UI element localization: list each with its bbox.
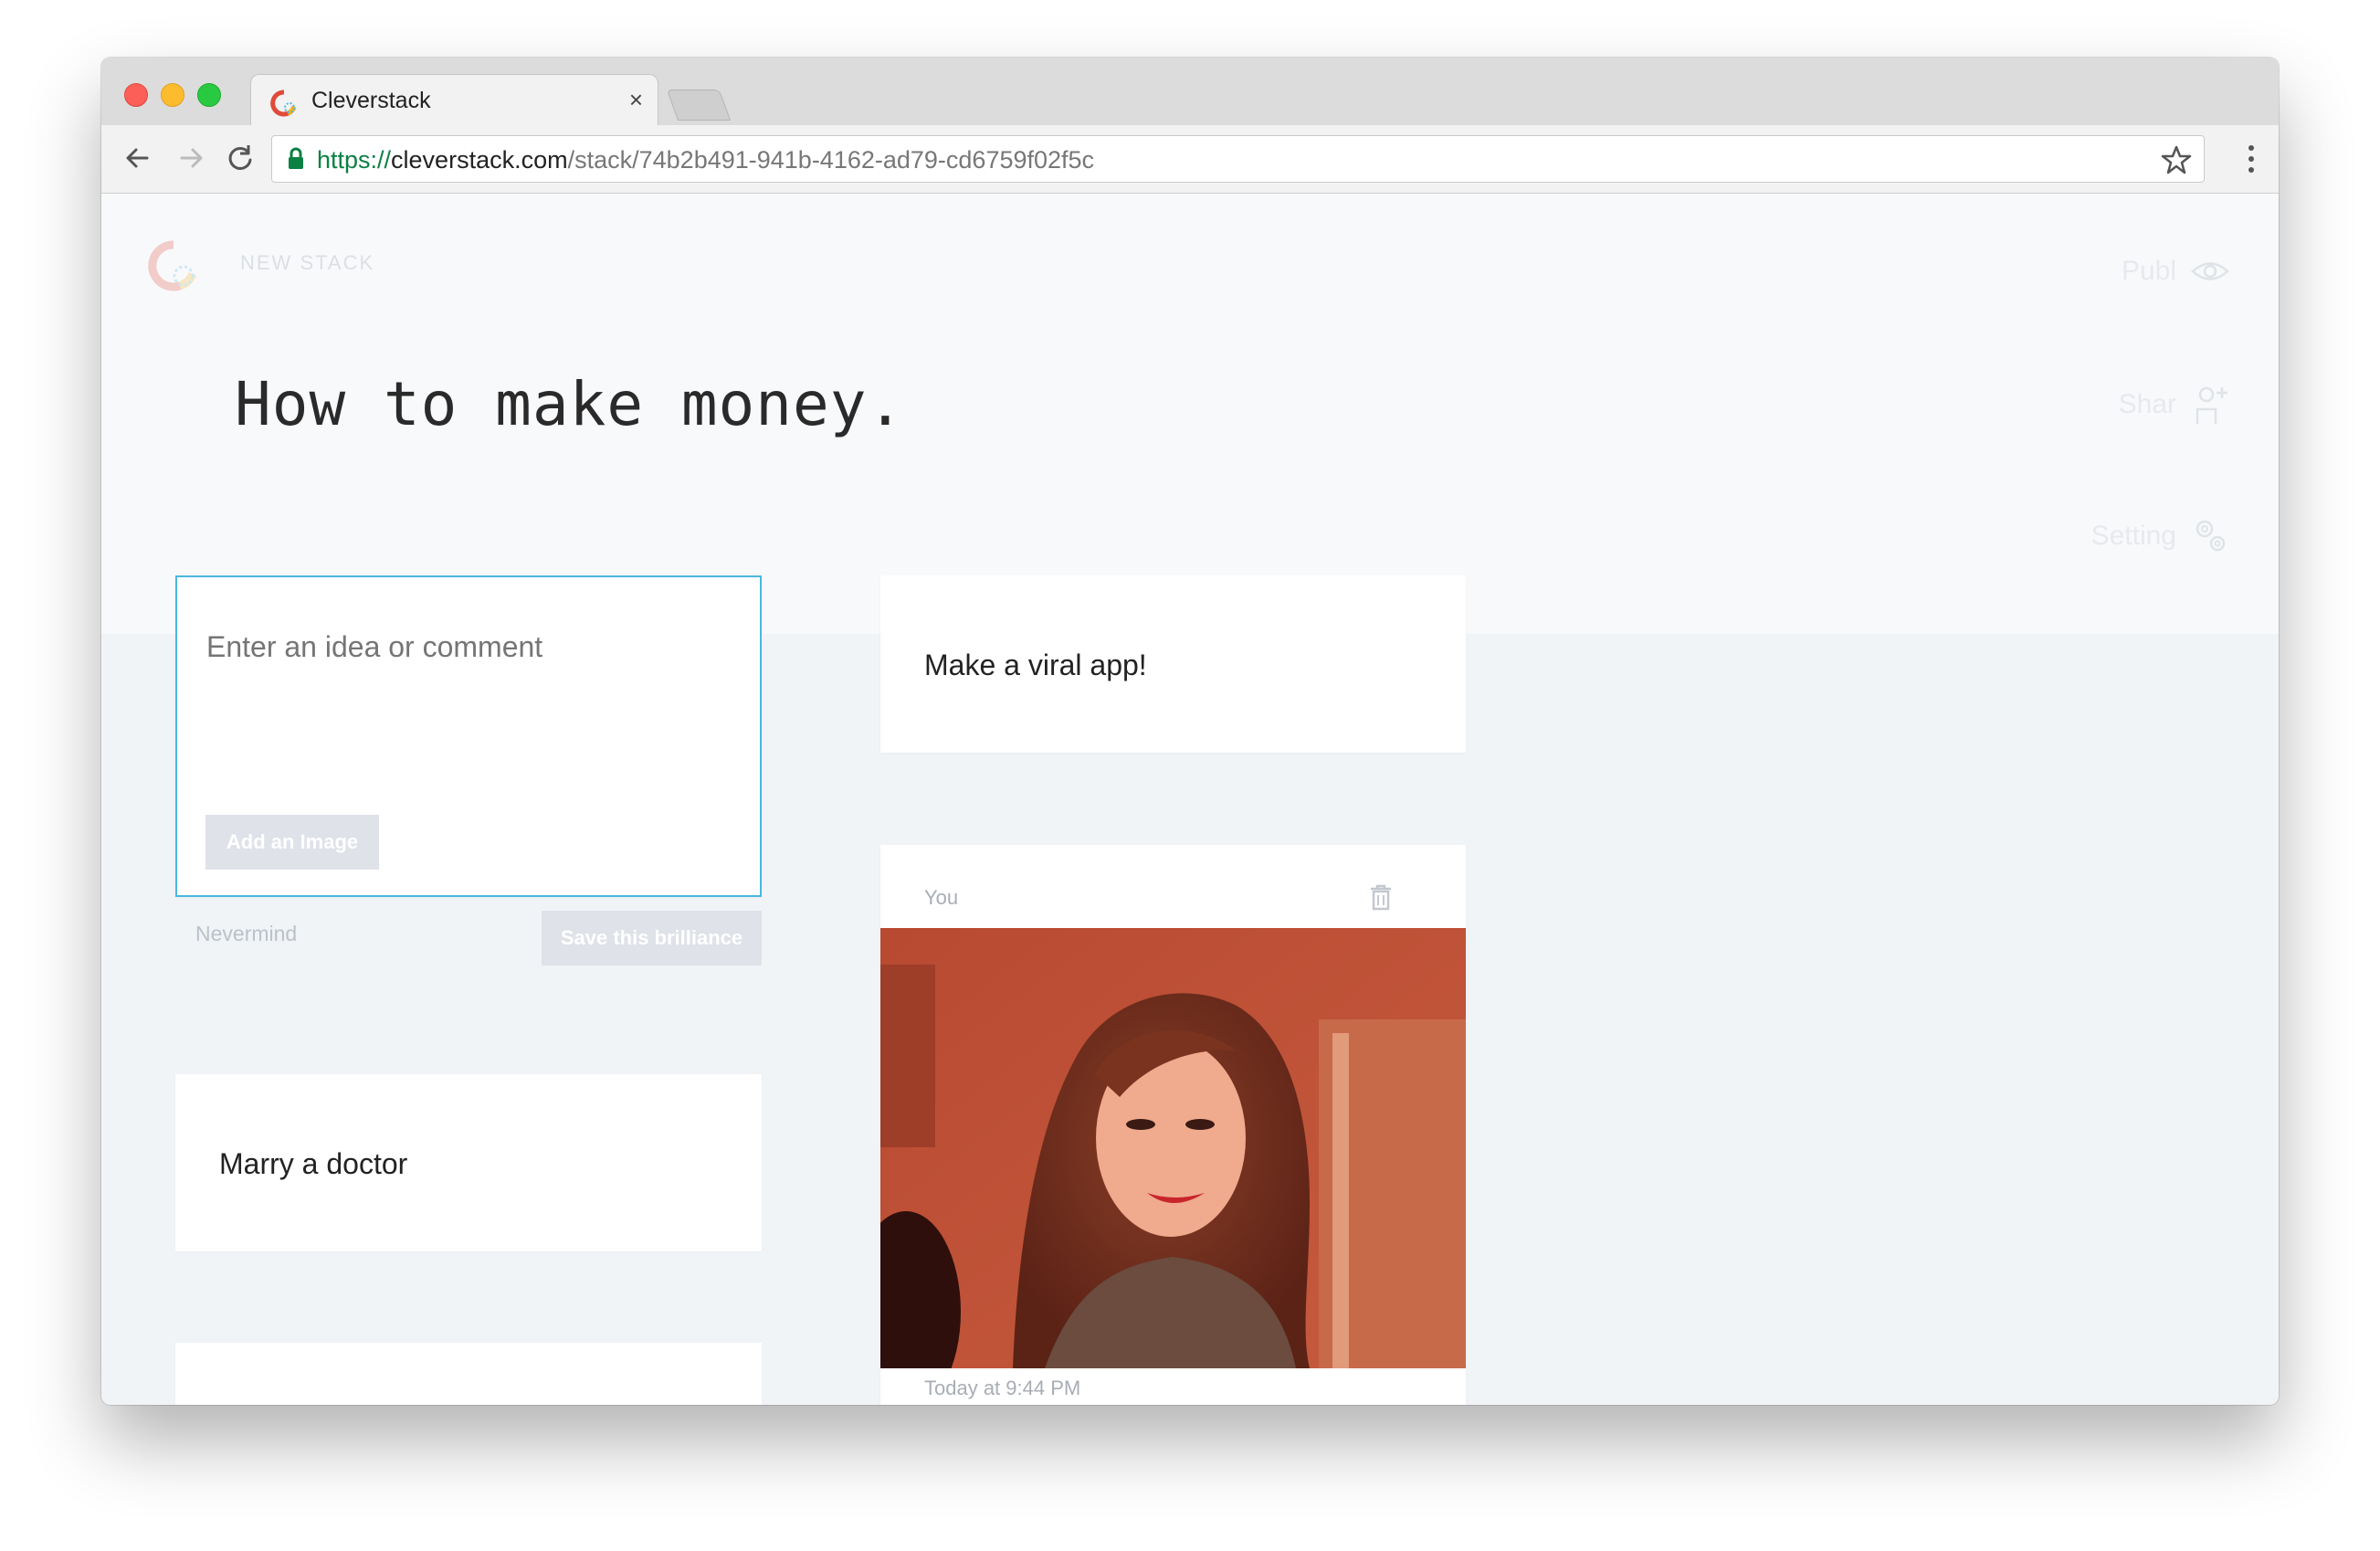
new-stack-label[interactable]: NEW STACK bbox=[240, 251, 374, 275]
close-window-button[interactable] bbox=[124, 83, 148, 107]
tab-title: Cleverstack bbox=[311, 88, 431, 113]
lock-icon bbox=[289, 147, 303, 169]
address-bar[interactable]: https://cleverstack.com/stack/74b2b491-9… bbox=[271, 135, 2205, 183]
add-person-icon bbox=[2196, 386, 2227, 424]
nevermind-button[interactable]: Nevermind bbox=[195, 922, 297, 946]
stack-header: NEW STACK How to make money. Publ Shar S… bbox=[101, 194, 2279, 634]
idea-card-text: Marry a doctor bbox=[219, 1147, 408, 1180]
url-scheme: https:// bbox=[317, 146, 392, 174]
tab-close-icon[interactable]: × bbox=[629, 86, 643, 113]
share-action[interactable]: Shar bbox=[2041, 373, 2279, 437]
back-arrow-icon[interactable] bbox=[118, 138, 158, 178]
url-host: cleverstack.com bbox=[391, 146, 568, 174]
add-image-button[interactable]: Add an Image bbox=[205, 815, 379, 870]
idea-input[interactable] bbox=[206, 630, 718, 664]
cleverstack-logo-icon[interactable] bbox=[145, 237, 202, 294]
menu-icon[interactable] bbox=[2248, 143, 2255, 174]
url-path: /stack/74b2b491-941b-4162-ad79-cd6759f02… bbox=[567, 146, 1095, 174]
card-author: You bbox=[924, 886, 959, 909]
browser-toolbar: https://cleverstack.com/stack/74b2b491-9… bbox=[101, 125, 2279, 194]
star-icon[interactable] bbox=[2160, 143, 2193, 176]
trash-icon[interactable] bbox=[1369, 883, 1393, 911]
minimize-window-button[interactable] bbox=[161, 83, 184, 107]
eye-icon bbox=[2191, 262, 2229, 280]
new-tab-button[interactable] bbox=[666, 90, 732, 121]
save-button[interactable]: Save this brilliance bbox=[542, 911, 762, 965]
card-image bbox=[880, 928, 1466, 1368]
settings-label: Setting bbox=[2090, 521, 2176, 551]
tab-cleverstack[interactable]: Cleverstack × bbox=[250, 74, 658, 128]
tab-strip: Cleverstack × bbox=[101, 58, 2279, 128]
image-card[interactable]: You Today at 9:44 PM bbox=[880, 845, 1466, 1405]
portrait-photo bbox=[880, 928, 1466, 1368]
reload-icon[interactable] bbox=[220, 138, 260, 178]
settings-gears-icon bbox=[2196, 520, 2226, 552]
idea-card[interactable]: Make a viral app! bbox=[880, 575, 1466, 753]
publish-label: Publ bbox=[2121, 256, 2176, 286]
idea-card[interactable] bbox=[175, 1343, 762, 1405]
settings-action[interactable]: Setting bbox=[2041, 504, 2279, 568]
cleverstack-favicon-icon bbox=[270, 90, 297, 117]
fullscreen-window-button[interactable] bbox=[197, 83, 221, 107]
idea-card-text: Make a viral app! bbox=[924, 649, 1147, 681]
idea-composer: Add an Image bbox=[175, 575, 762, 897]
page-title[interactable]: How to make money. bbox=[235, 369, 904, 439]
forward-arrow-icon[interactable] bbox=[171, 138, 211, 178]
page-content: NEW STACK How to make money. Publ Shar S… bbox=[101, 194, 2279, 1405]
url-text: https://cleverstack.com/stack/74b2b491-9… bbox=[317, 146, 1094, 174]
idea-card[interactable]: Marry a doctor bbox=[175, 1074, 762, 1251]
card-timestamp: Today at 9:44 PM bbox=[924, 1377, 1081, 1399]
publish-action[interactable]: Publ bbox=[2041, 239, 2279, 303]
share-label: Shar bbox=[2118, 389, 2176, 419]
browser-window: Cleverstack × https://cleverstack.com/st… bbox=[101, 58, 2279, 1405]
